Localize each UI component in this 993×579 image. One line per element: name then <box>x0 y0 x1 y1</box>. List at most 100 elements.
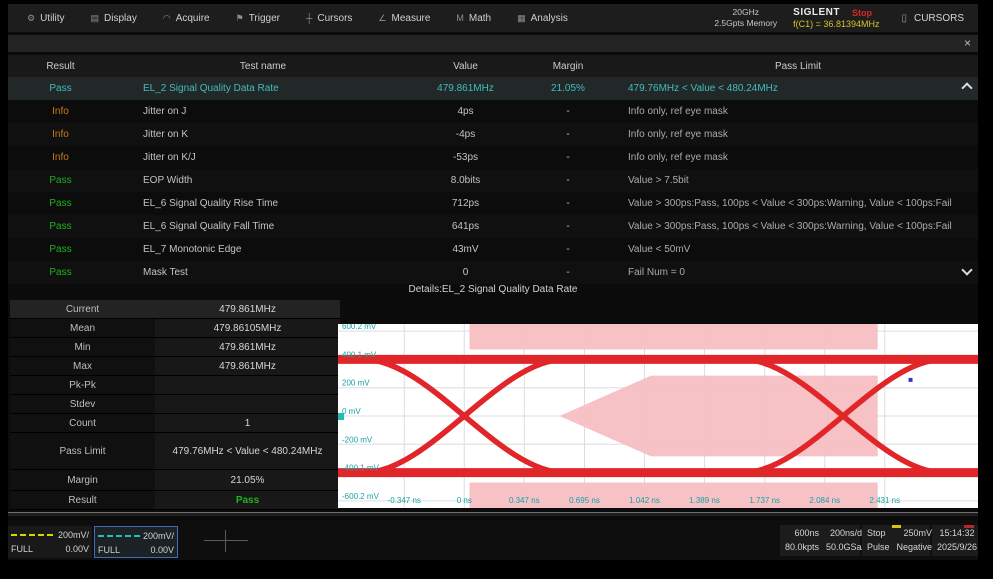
table-cell: - <box>518 129 618 140</box>
trigger-type: Pulse <box>867 541 890 555</box>
table-row[interactable]: PassEL_6 Signal Quality Fall Time641ps-V… <box>8 215 978 238</box>
details-row: ResultPass <box>10 491 340 510</box>
details-value: Pass <box>155 491 340 509</box>
brand-block: SIGLENT Stop f(C1) = 36.81394MHz <box>793 7 879 29</box>
menu-item-utility[interactable]: ⚙Utility <box>14 4 78 32</box>
details-row: Stdev <box>10 395 340 414</box>
trigger-status: Stop <box>867 527 890 541</box>
display-icon: ▤ <box>91 13 100 24</box>
menu-item-label: Cursors <box>317 13 352 24</box>
channel-1-descriptor[interactable]: 200mV/ FULL 0.00V <box>8 526 92 558</box>
divider-shadow <box>8 513 978 516</box>
svg-text:-200 mV: -200 mV <box>342 435 373 444</box>
svg-text:200 mV: 200 mV <box>342 379 370 388</box>
table-header: Result Test name Value Margin Pass Limit <box>8 55 978 77</box>
status-bar: 200mV/ FULL 0.00V 200mV/ FULL 0.00V <box>8 520 978 560</box>
details-label: Margin <box>10 470 155 490</box>
table-cell: -4ps <box>413 129 518 140</box>
menu-item-label: Acquire <box>176 13 210 24</box>
table-row[interactable]: PassEOP Width8.0bits-Value > 7.5bit <box>8 169 978 192</box>
details-label: Max <box>10 357 155 375</box>
table-cell: 8.0bits <box>413 175 518 186</box>
table-cell: Pass <box>8 221 113 232</box>
details-row: Margin21.05% <box>10 470 340 491</box>
menu-items: ⚙Utility ▤ Display ◠Acquire⚑Trigger┼Cursors… <box>14 4 581 32</box>
table-row[interactable]: PassEL_7 Monotonic Edge43mV-Value < 50mV <box>8 238 978 261</box>
dialog-title-bar: × <box>8 35 978 52</box>
table-cell: Info only, ref eye mask <box>618 106 978 117</box>
details-value: 1 <box>155 414 340 432</box>
details-value: 479.86105MHz <box>155 319 340 337</box>
table-row[interactable]: InfoJitter on K-4ps-Info only, ref eye m… <box>8 123 978 146</box>
menu-item-label: Utility <box>40 13 64 24</box>
table-cell: Value > 7.5bit <box>618 175 978 186</box>
ch2-scale: 200mV/ <box>143 531 174 541</box>
table-row[interactable]: PassEL_6 Signal Quality Rise Time712ps-V… <box>8 192 978 215</box>
svg-text:0.695 ns: 0.695 ns <box>569 496 600 505</box>
trigger-descriptor[interactable]: Stop 250mV Pulse Negative <box>862 525 930 556</box>
acquisition-status[interactable]: Stop <box>852 8 872 18</box>
details-value: 479.861MHz <box>155 300 340 318</box>
eye-diagram-plot: 600.2 mV400.1 mV200 mV0 mV-200 mV-400.1 … <box>338 324 978 508</box>
table-cell: 21.05% <box>518 83 618 94</box>
table-cell: 0 <box>413 267 518 278</box>
brand-logo: SIGLENT <box>793 7 840 18</box>
svg-text:0 mV: 0 mV <box>342 407 361 416</box>
menu-item-display[interactable]: ▤ Display <box>78 4 150 32</box>
svg-text:1.737 ns: 1.737 ns <box>749 496 780 505</box>
table-cell: 4ps <box>413 106 518 117</box>
col-result: Result <box>8 61 113 72</box>
svg-text:2.084 ns: 2.084 ns <box>809 496 840 505</box>
table-cell: Info only, ref eye mask <box>618 152 978 163</box>
svg-text:1.389 ns: 1.389 ns <box>689 496 720 505</box>
ch2-trace-style-icon <box>98 535 140 537</box>
menu-item-acquire[interactable]: ◠Acquire <box>150 4 223 32</box>
svg-text:0.347 ns: 0.347 ns <box>509 496 540 505</box>
menu-item-label: Analysis <box>531 13 568 24</box>
details-row: Current479.861MHz <box>10 300 340 319</box>
table-cell: Value > 300ps:Pass, 100ps < Value < 300p… <box>618 198 978 209</box>
table-cell: 479.76MHz < Value < 480.24MHz <box>618 83 978 94</box>
menu-item-math[interactable]: MMath <box>443 4 504 32</box>
close-icon[interactable]: × <box>964 36 971 51</box>
details-label: Result <box>10 491 155 509</box>
ch1-bandwidth: FULL <box>11 544 33 554</box>
menu-item-analysis[interactable]: ▦ Analysis <box>504 4 581 32</box>
menu-item-measure[interactable]: ∠Measure <box>365 4 443 32</box>
channel-2-descriptor[interactable]: 200mV/ FULL 0.00V <box>94 526 178 558</box>
ch1-scale: 200mV/ <box>58 530 89 540</box>
bandwidth-label: 20GHz <box>714 7 777 18</box>
ch1-trace-style-icon <box>11 534 53 536</box>
table-cell: Pass <box>8 83 113 94</box>
datetime-descriptor[interactable]: 15:14:32 2025/9/26 <box>932 525 978 556</box>
table-cell: 641ps <box>413 221 518 232</box>
cursors-button[interactable]: ▯ CURSORS <box>893 13 972 24</box>
table-cell: 479.861MHz <box>413 83 518 94</box>
menu-item-trigger[interactable]: ⚑Trigger <box>223 4 293 32</box>
table-row[interactable]: PassMask Test0-Fail Num = 0 <box>8 261 978 284</box>
menu-item-label: Display <box>104 13 137 24</box>
timebase-points: 80.0kpts <box>785 541 819 555</box>
menu-item-label: Math <box>469 13 491 24</box>
table-cell: 712ps <box>413 198 518 209</box>
cursors-label: CURSORS <box>914 13 964 24</box>
timebase-descriptor[interactable]: 600ns 200ns/div 80.0kpts 50.0GSa/s <box>780 525 860 556</box>
table-cell: - <box>518 152 618 163</box>
menu-bar: ⚙Utility ▤ Display ◠Acquire⚑Trigger┼Cursors… <box>8 4 978 32</box>
details-row: Count1 <box>10 414 340 433</box>
details-value <box>155 395 340 413</box>
table-row[interactable]: InfoJitter on K/J-53ps-Info only, ref ey… <box>8 146 978 169</box>
analysis-icon: ▦ <box>517 13 526 24</box>
table-row[interactable]: InfoJitter on J4ps-Info only, ref eye ma… <box>8 100 978 123</box>
menu-item-cursors[interactable]: ┼Cursors <box>293 4 365 32</box>
svg-text:0 ns: 0 ns <box>457 496 472 505</box>
menu-right-cluster: 20GHz 2.5Gpts Memory SIGLENT Stop f(C1) … <box>714 7 972 29</box>
timebase-delay: 600ns <box>785 527 819 541</box>
table-row[interactable]: PassEL_2 Signal Quality Data Rate479.861… <box>8 77 978 100</box>
table-cell: 43mV <box>413 244 518 255</box>
table-cell: EL_6 Signal Quality Fall Time <box>113 221 413 232</box>
table-cell: - <box>518 221 618 232</box>
table-cell: Mask Test <box>113 267 413 278</box>
details-label: Current <box>10 300 155 318</box>
svg-text:400.1 mV: 400.1 mV <box>342 350 377 359</box>
